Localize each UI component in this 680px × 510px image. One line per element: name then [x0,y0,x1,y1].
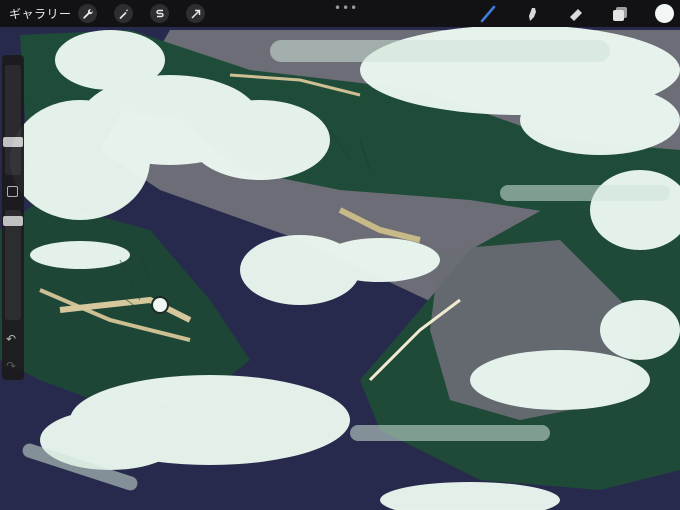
smudge-icon[interactable] [522,3,544,25]
brush-size-handle[interactable] [3,137,23,147]
magic-wand-icon[interactable] [114,4,133,23]
color-picker-button[interactable] [655,4,674,23]
wrench-icon[interactable] [78,4,97,23]
top-toolbar: ギャラリー ••• [0,0,680,27]
eraser-icon[interactable] [565,3,587,25]
transform-arrow-icon[interactable] [186,4,205,23]
layers-icon[interactable] [609,3,631,25]
redo-icon[interactable]: ↷ [6,360,16,372]
side-toolbar: ↶ ↷ [2,55,24,380]
opacity-handle[interactable] [3,216,23,226]
brush-size-slider[interactable] [3,65,23,175]
modify-button[interactable] [7,186,18,197]
more-options-button[interactable]: ••• [334,2,358,14]
undo-icon[interactable]: ↶ [6,333,16,345]
gallery-button[interactable]: ギャラリー [9,5,72,22]
selection-icon[interactable] [150,4,169,23]
opacity-slider[interactable] [3,210,23,320]
brush-icon[interactable] [477,3,499,25]
drawing-canvas[interactable] [0,0,680,510]
